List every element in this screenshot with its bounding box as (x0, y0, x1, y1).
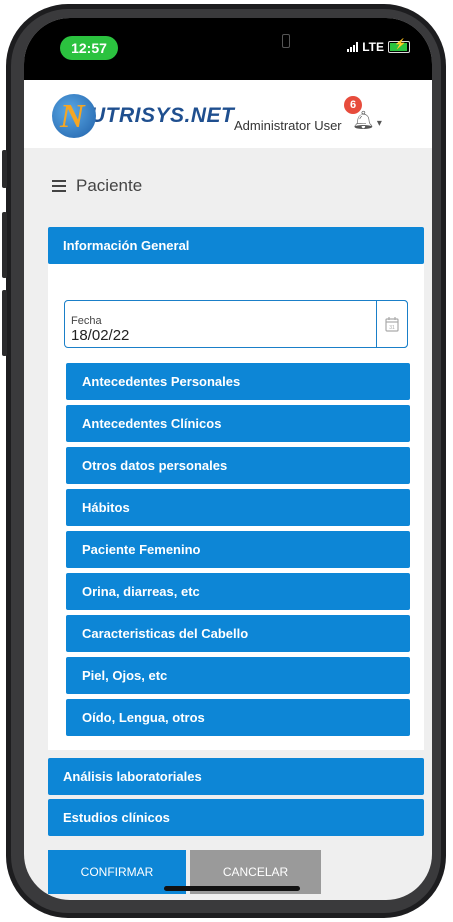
btn-orina-diarreas[interactable]: Orina, diarreas, etc (66, 573, 410, 610)
btn-caracteristicas-cabello[interactable]: Caracteristicas del Cabello (66, 615, 410, 652)
logo-text: UTRISYS.NET (90, 104, 235, 127)
status-indicators: LTE ⚡ (347, 39, 410, 54)
app-logo[interactable]: N UTRISYS.NET (52, 94, 234, 138)
user-name[interactable]: Administrator User (234, 118, 342, 133)
date-value: 18/02/22 (71, 327, 130, 344)
section-estudios-clinicos[interactable]: Estudios clínicos (48, 799, 424, 836)
phone-volume-up-button (2, 212, 7, 278)
section-analisis-laboratoriales[interactable]: Análisis laboratoriales (48, 758, 424, 795)
home-indicator[interactable] (164, 886, 300, 891)
btn-oido-lengua[interactable]: Oído, Lengua, otros (66, 699, 410, 736)
calendar-button[interactable]: 31 (376, 300, 408, 348)
app-header: N UTRISYS.NET Administrator User 6 🔔︎ ▾ (24, 80, 432, 148)
date-field[interactable]: Fecha 18/02/22 31 (64, 300, 408, 348)
svg-text:31: 31 (389, 325, 395, 331)
logo-icon: N (52, 94, 96, 138)
phone-side-button (2, 150, 7, 188)
btn-antecedentes-clinicos[interactable]: Antecedentes Clínicos (66, 405, 410, 442)
section-informacion-general[interactable]: Información General (48, 227, 424, 264)
btn-piel-ojos[interactable]: Piel, Ojos, etc (66, 657, 410, 694)
btn-paciente-femenino[interactable]: Paciente Femenino (66, 531, 410, 568)
notification-badge: 6 (344, 96, 362, 114)
menu-icon[interactable] (52, 177, 66, 195)
page-bar: Paciente (24, 168, 432, 204)
status-time: 12:57 (60, 36, 118, 60)
signal-icon (347, 42, 359, 52)
network-label: LTE (362, 40, 384, 54)
notifications-button[interactable]: 6 🔔︎ ▾ (344, 96, 382, 131)
btn-otros-datos-personales[interactable]: Otros datos personales (66, 447, 410, 484)
phone-screen: 12:57 LTE ⚡ N UTRISYS.NET Administrator … (24, 18, 432, 900)
btn-antecedentes-personales[interactable]: Antecedentes Personales (66, 363, 410, 400)
btn-habitos[interactable]: Hábitos (66, 489, 410, 526)
date-label: Fecha (71, 315, 102, 327)
camera-notch (282, 34, 290, 48)
page-title: Paciente (76, 176, 143, 195)
calendar-icon: 31 (385, 317, 399, 332)
chevron-down-icon: ▾ (376, 118, 382, 129)
status-bar: 12:57 LTE ⚡ (24, 18, 432, 80)
battery-icon: ⚡ (388, 39, 410, 53)
general-info-panel: Fecha 18/02/22 31 Antecedentes Personale… (48, 264, 424, 750)
phone-volume-down-button (2, 290, 7, 356)
